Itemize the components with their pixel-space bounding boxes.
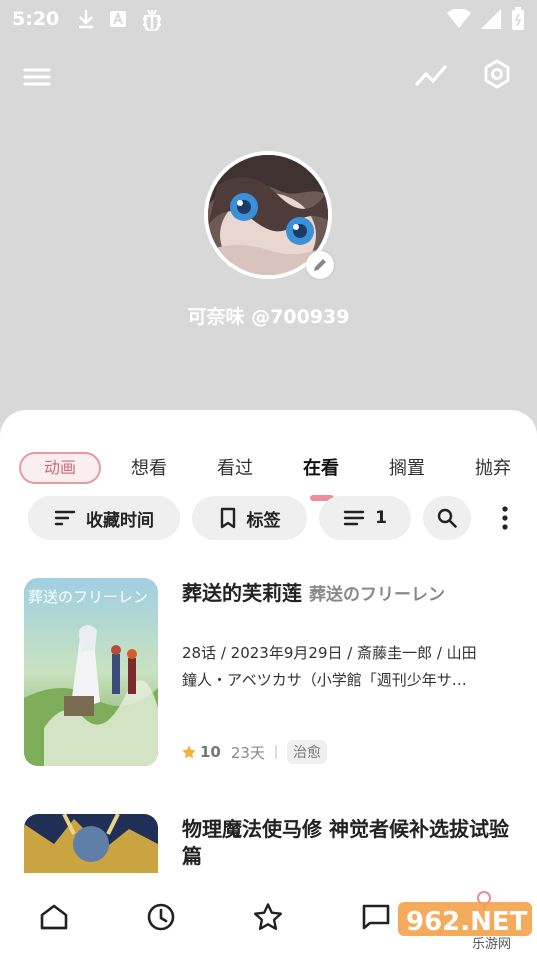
filter-bar: 收藏时间 标签 1 — [0, 496, 537, 540]
menu-button[interactable] — [22, 62, 58, 92]
tag-chip[interactable]: 标签 — [192, 496, 307, 540]
edit-avatar-button[interactable] — [306, 251, 334, 279]
search-icon — [437, 508, 457, 528]
clock-icon — [147, 903, 175, 931]
list-item[interactable]: 葬送のフリーレン 葬送的芙莉莲 葬送のフリーレン 28话 / 2023年9月29… — [0, 578, 537, 778]
trend-icon — [415, 65, 447, 86]
signal-icon — [481, 9, 501, 29]
cover-image — [24, 814, 158, 874]
item-title-main: 物理魔法使马修 神觉者候补选拔试验篇 — [182, 817, 509, 868]
edit-icon — [314, 259, 326, 271]
meta-divider — [274, 745, 277, 759]
download-icon — [79, 10, 94, 29]
item-tag[interactable]: 治愈 — [286, 740, 327, 764]
cover-title-text: 葬送のフリーレン — [28, 588, 148, 606]
username: 可奈味 @700939 — [187, 306, 350, 328]
settings-icon — [484, 59, 510, 89]
a-notification-icon — [110, 11, 127, 27]
sort-chip[interactable]: 收藏时间 — [28, 496, 180, 540]
battery-icon — [512, 7, 524, 30]
item-original-title: 葬送のフリーレン — [308, 585, 445, 605]
nav-messages-button[interactable] — [356, 897, 396, 937]
avatar-container — [204, 151, 334, 279]
item-score: 10 — [182, 743, 221, 761]
status-time: 5:20 — [12, 8, 60, 30]
tab-watching[interactable]: 在看 — [303, 454, 339, 480]
star-icon — [182, 745, 196, 759]
more-vertical-icon — [502, 506, 508, 530]
home-icon — [40, 904, 68, 930]
status-bar: 5:20 — [0, 0, 537, 38]
item-days: 23天 — [230, 743, 265, 762]
subject-type-selector[interactable]: 动画 — [19, 452, 101, 484]
menu-icon — [23, 68, 51, 86]
tab-dropped[interactable]: 抛弃 — [475, 454, 511, 480]
tag-label: 标签 — [246, 510, 281, 531]
item-desc-line2: 鐘人・アベツカサ（小学館「週刊少年サ… — [182, 671, 467, 689]
item-title: 葬送的芙莉莲 葬送のフリーレン — [182, 580, 507, 609]
item-title-main: 葬送的芙莉莲 — [182, 581, 302, 605]
sort-icon — [54, 510, 76, 526]
list-icon — [343, 510, 365, 526]
list-count: 1 — [375, 508, 387, 528]
bug-icon — [143, 9, 162, 31]
nav-home-button[interactable] — [34, 897, 74, 937]
watermark-text: 962.NET — [406, 907, 528, 937]
list-filter-chip[interactable]: 1 — [319, 496, 411, 540]
wifi-icon — [447, 9, 471, 28]
bookmark-icon — [220, 507, 235, 529]
watermark-logo: 962.NET 乐游网 — [398, 890, 532, 952]
search-button[interactable] — [423, 496, 471, 540]
message-icon — [362, 904, 390, 930]
settings-button[interactable] — [481, 58, 515, 92]
nav-timeline-button[interactable] — [141, 897, 181, 937]
tab-collected[interactable]: 看过 — [217, 454, 253, 480]
statistics-button[interactable] — [414, 60, 450, 92]
watermark-sub: 乐游网 — [472, 937, 511, 950]
item-desc-line1: 28话 / 2023年9月29日 / 斎藤圭一郎 / 山田 — [182, 644, 477, 662]
cover-image: 葬送のフリーレン — [24, 578, 158, 766]
top-app-bar — [0, 52, 537, 100]
status-tabs: 动画 想看 看过 在看 搁置 抛弃 — [0, 430, 537, 501]
sort-label: 收藏时间 — [86, 510, 154, 531]
star-outline-icon — [254, 903, 282, 930]
more-options-button[interactable] — [492, 502, 518, 534]
nav-collection-button[interactable] — [248, 897, 288, 937]
item-score-value: 10 — [200, 743, 221, 761]
tab-on-hold[interactable]: 搁置 — [389, 454, 425, 480]
tab-wish[interactable]: 想看 — [131, 454, 167, 480]
item-meta: 10 23天 治愈 — [182, 740, 327, 764]
list-item[interactable]: 物理魔法使马修 神觉者候补选拔试验篇 — [0, 814, 537, 874]
